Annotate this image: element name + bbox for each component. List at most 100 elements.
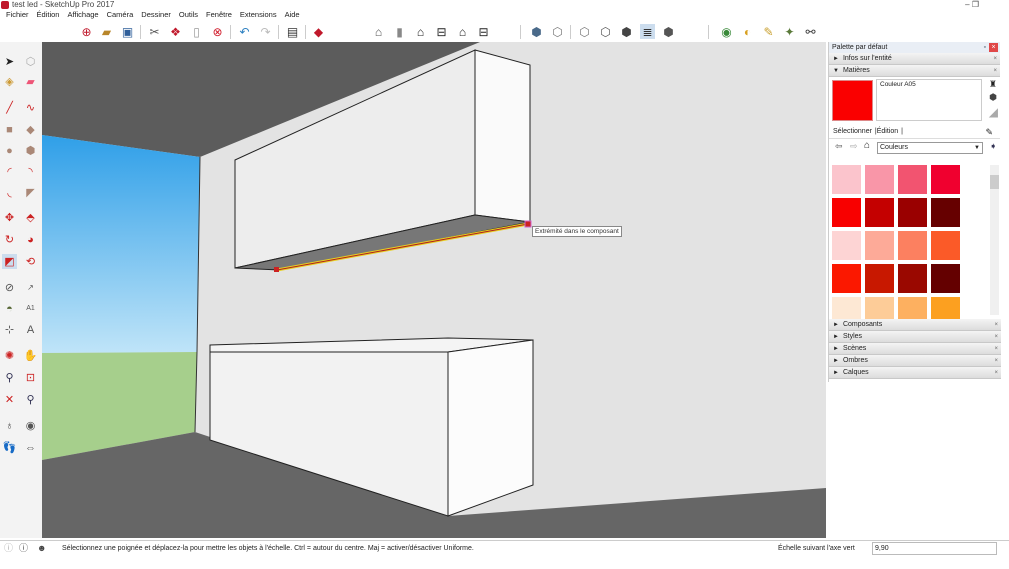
right-view-icon[interactable]: ⊟: [434, 24, 449, 39]
2pt-arc-icon[interactable]: ◝: [23, 164, 38, 179]
close-section-icon[interactable]: ×: [993, 65, 997, 77]
offset-icon[interactable]: ⟲: [23, 254, 38, 269]
menu-extensions[interactable]: Extensions: [236, 9, 281, 21]
home-icon[interactable]: ⌂: [864, 140, 870, 151]
default-material-icon[interactable]: ⬢: [989, 92, 997, 103]
undo-icon[interactable]: ↶: [237, 24, 252, 39]
swatch-scrollbar[interactable]: [990, 165, 999, 315]
section-shadows[interactable]: ► Ombres ×: [829, 355, 1001, 367]
close-section-icon[interactable]: ×: [994, 343, 998, 355]
open-icon[interactable]: ▰: [99, 24, 114, 39]
back-view-icon[interactable]: ⌂: [455, 24, 470, 39]
tab-select[interactable]: Sélectionner: [833, 128, 872, 135]
extension-warehouse-icon[interactable]: ✦: [782, 24, 797, 39]
scrollbar-thumb[interactable]: [990, 175, 999, 189]
print-icon[interactable]: ▤: [285, 24, 300, 39]
zoom-icon[interactable]: ⚲: [2, 370, 17, 385]
eyedropper-icon[interactable]: ✎: [985, 125, 993, 139]
xray-icon[interactable]: ⬢: [529, 24, 544, 39]
info-icon[interactable]: ⓘ: [19, 541, 28, 556]
close-section-icon[interactable]: ×: [994, 367, 998, 379]
back-icon[interactable]: ⇦: [835, 141, 843, 152]
3d-text-icon[interactable]: A: [23, 322, 38, 337]
menu-camera[interactable]: Caméra: [103, 9, 138, 21]
menu-dessiner[interactable]: Dessiner: [137, 9, 175, 21]
menu-fenetre[interactable]: Fenêtre: [202, 9, 236, 21]
iso-view-icon[interactable]: ⌂: [371, 24, 386, 39]
shaded-alt-icon[interactable]: ⬢: [661, 24, 676, 39]
push-pull-icon[interactable]: ⬘: [23, 210, 38, 225]
menu-affichage[interactable]: Affichage: [63, 9, 102, 21]
tab-edit[interactable]: Édition: [877, 128, 898, 135]
details-icon[interactable]: ➧: [989, 141, 997, 152]
layout-icon[interactable]: ✎: [761, 24, 776, 39]
shaded-icon[interactable]: ⬡: [598, 24, 613, 39]
freehand-icon[interactable]: ∿: [23, 100, 38, 115]
material-swatch[interactable]: [931, 198, 960, 227]
material-swatch[interactable]: [898, 264, 927, 293]
dimension-icon[interactable]: ↗: [23, 280, 38, 295]
cut-icon[interactable]: ✂: [147, 24, 162, 39]
window-controls[interactable]: – ❐: [965, 0, 979, 9]
rectangle-icon[interactable]: ■: [2, 122, 17, 137]
paste-icon[interactable]: ▯: [189, 24, 204, 39]
hidden-line-icon[interactable]: ⬡: [577, 24, 592, 39]
3pt-arc-icon[interactable]: ◟: [2, 185, 17, 200]
material-swatch[interactable]: [832, 198, 861, 227]
material-swatch[interactable]: [832, 264, 861, 293]
menu-outils[interactable]: Outils: [175, 9, 202, 21]
3d-viewport[interactable]: [42, 42, 826, 538]
monochrome-icon[interactable]: ≣: [640, 24, 655, 39]
sample-paint-icon[interactable]: ◢: [989, 105, 998, 119]
close-section-icon[interactable]: ×: [994, 355, 998, 367]
menu-aide[interactable]: Aide: [281, 9, 304, 21]
geo-icon[interactable]: ⓘ: [4, 541, 13, 556]
material-swatch[interactable]: [898, 165, 927, 194]
3d-warehouse-icon[interactable]: ◐: [740, 24, 755, 39]
circle-icon[interactable]: ●: [2, 143, 17, 158]
forward-icon[interactable]: ⇨: [850, 141, 858, 152]
protractor-icon[interactable]: ◓: [2, 301, 17, 316]
material-swatch[interactable]: [865, 165, 894, 194]
material-swatch[interactable]: [898, 198, 927, 227]
front-view-icon[interactable]: ⌂: [413, 24, 428, 39]
top-view-icon[interactable]: ▮: [392, 24, 407, 39]
tape-measure-icon[interactable]: ⊘: [2, 280, 17, 295]
eraser-icon[interactable]: ▰: [23, 74, 38, 89]
line-icon[interactable]: ╱: [2, 100, 17, 115]
move-icon[interactable]: ✥: [2, 210, 17, 225]
close-section-icon[interactable]: ×: [993, 53, 997, 65]
user-icon[interactable]: ☻: [37, 541, 46, 556]
new-icon[interactable]: ⊕: [79, 24, 94, 39]
axes-icon[interactable]: ⊹: [2, 322, 17, 337]
material-swatch[interactable]: [865, 264, 894, 293]
previous-view-icon[interactable]: ⚲: [23, 392, 38, 407]
wireframe-icon[interactable]: ⬡: [550, 24, 565, 39]
material-swatch[interactable]: [931, 231, 960, 260]
section-materials[interactable]: ▼ Matières ×: [829, 65, 1000, 77]
close-icon[interactable]: ×: [989, 43, 998, 52]
paint-bucket-icon[interactable]: ◈: [2, 74, 17, 89]
material-swatch[interactable]: [832, 231, 861, 260]
current-material-swatch[interactable]: [832, 80, 873, 121]
material-swatch[interactable]: [865, 231, 894, 260]
pie-icon[interactable]: ◤: [23, 185, 38, 200]
section-entity-info[interactable]: ► Infos sur l'entité ×: [829, 53, 1000, 65]
material-swatch[interactable]: [832, 165, 861, 194]
material-swatch[interactable]: [898, 231, 927, 260]
scale-icon[interactable]: ◩: [2, 254, 17, 269]
model-info-icon[interactable]: ◆: [311, 24, 326, 39]
section-styles[interactable]: ► Styles ×: [829, 331, 1001, 343]
menu-fichier[interactable]: Fichier: [2, 9, 33, 21]
material-swatch[interactable]: [865, 198, 894, 227]
binoculars-icon[interactable]: ⚯: [803, 24, 818, 39]
save-icon[interactable]: ▣: [120, 24, 135, 39]
text-icon[interactable]: A1: [23, 301, 38, 316]
section-components[interactable]: ► Composants ×: [829, 319, 1001, 331]
copy-icon[interactable]: ❖: [168, 24, 183, 39]
menu-edition[interactable]: Édition: [33, 9, 64, 21]
erase-icon[interactable]: ⊗: [210, 24, 225, 39]
select-icon[interactable]: ➤: [2, 54, 17, 69]
position-camera-icon[interactable]: ♁: [2, 418, 17, 433]
material-swatch[interactable]: [931, 264, 960, 293]
